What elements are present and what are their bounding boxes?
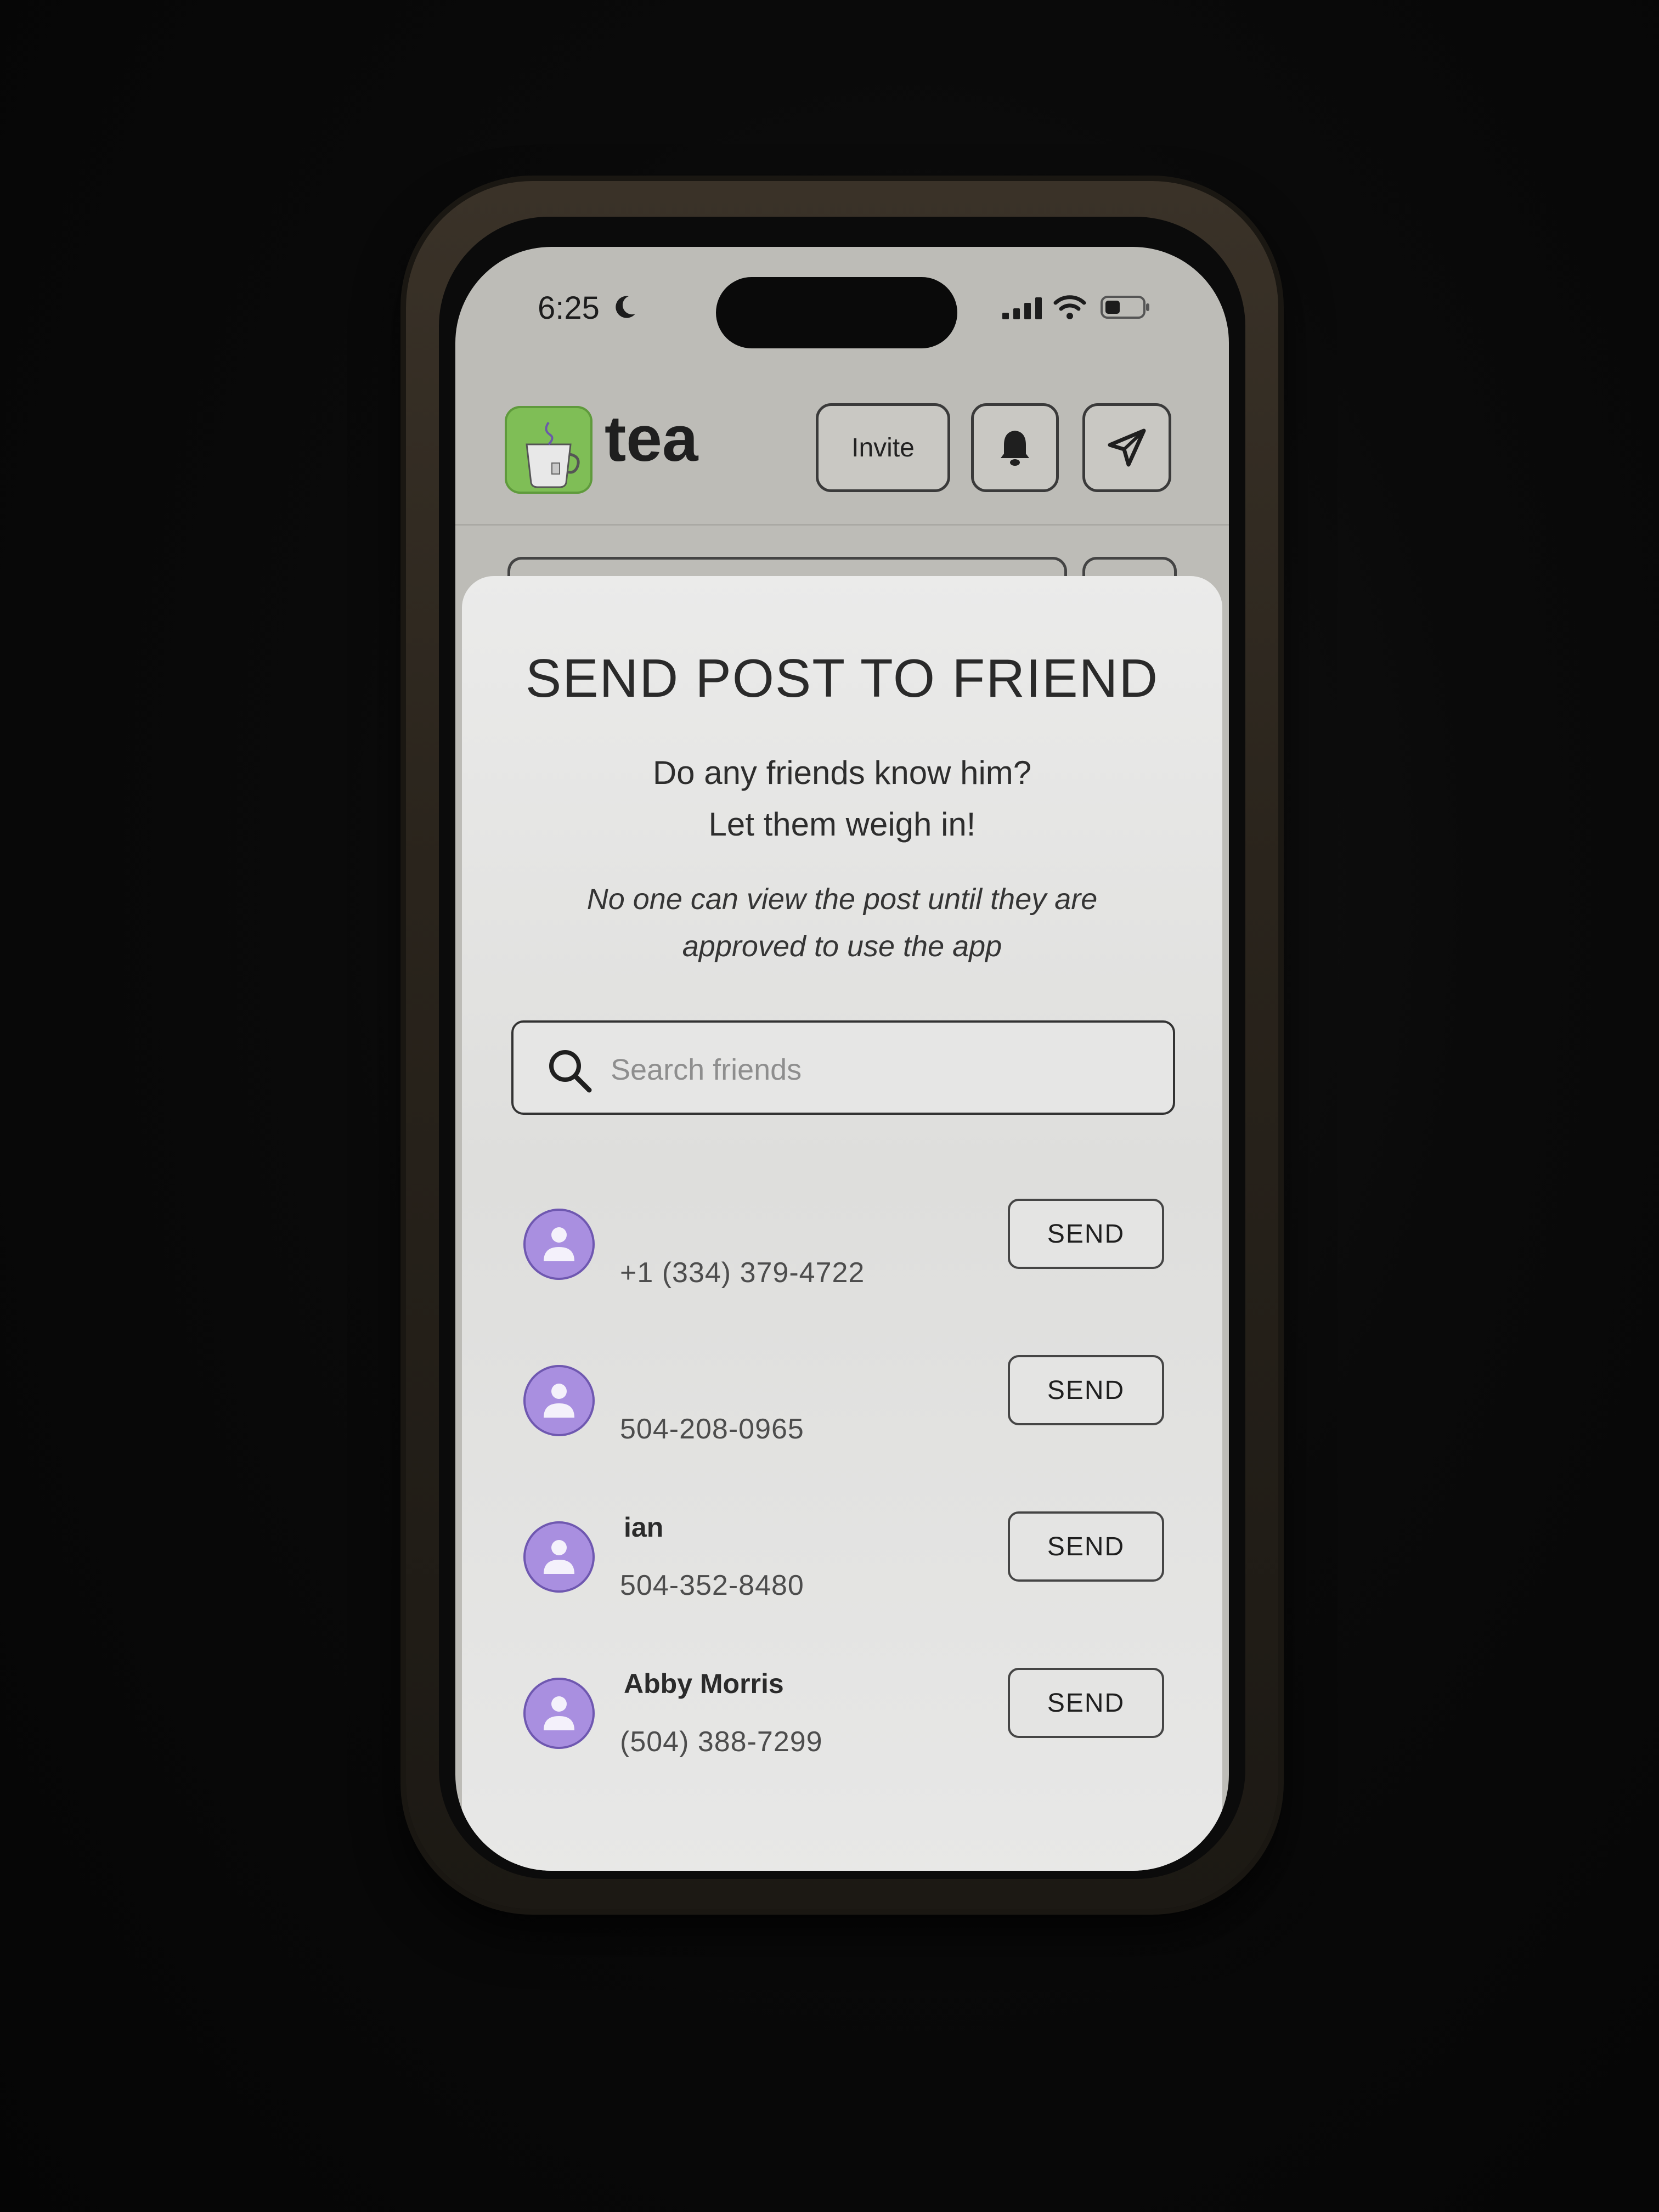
subtitle-line-1: Do any friends know him?: [652, 754, 1032, 791]
person-icon: [544, 1384, 574, 1418]
header-divider: [455, 524, 1229, 526]
wifi-icon: [1053, 295, 1086, 319]
contact-phone: 504-352-8480: [620, 1570, 804, 1601]
modal-title: SEND POST TO FRIEND: [525, 648, 1159, 708]
battery-icon: [1101, 296, 1149, 319]
teacup-icon: [526, 421, 580, 488]
avatar: [523, 1521, 595, 1593]
send-post-modal: SEND POST TO FRIEND Do any friends know …: [462, 576, 1222, 1871]
search-icon: [549, 1050, 592, 1093]
privacy-note: No one can view the post until they are …: [462, 876, 1222, 970]
note-line-2: approved to use the app: [682, 930, 1002, 963]
contact-phone: 504-208-0965: [620, 1413, 804, 1445]
send-button[interactable]: SEND: [1008, 1511, 1164, 1582]
avatar: [523, 1209, 595, 1280]
person-icon: [544, 1540, 574, 1574]
contact-phone: (504) 388-7299: [620, 1726, 823, 1758]
contact-phone: +1 (334) 379-4722: [620, 1257, 865, 1289]
send-button[interactable]: SEND: [1008, 1355, 1164, 1425]
contact-name: Abby Morris: [624, 1668, 784, 1699]
subtitle-line-2: Let them weigh in!: [708, 806, 976, 843]
contact-row: +1 (334) 379-4722 SEND: [462, 1199, 1222, 1308]
dynamic-island: [716, 277, 957, 348]
invite-button[interactable]: Invite: [816, 403, 950, 492]
photo-background: 6:25 tea Invite SEND POST TO FRIEND Do a…: [0, 0, 1659, 2212]
search-friends-input[interactable]: [610, 1045, 1149, 1095]
paper-plane-icon: [1108, 428, 1146, 467]
cellular-signal-icon: [1002, 297, 1042, 319]
contact-row: 504-208-0965 SEND: [462, 1355, 1222, 1465]
moon-icon: [616, 296, 635, 318]
contact-name: ian: [624, 1512, 664, 1543]
person-icon: [544, 1227, 574, 1261]
status-time: 6:25: [538, 290, 600, 326]
search-friends-box[interactable]: [511, 1020, 1175, 1115]
note-line-1: No one can view the post until they are: [586, 883, 1098, 916]
phone-screen: 6:25 tea Invite SEND POST TO FRIEND Do a…: [455, 247, 1229, 1871]
contact-row: Abby Morris (504) 388-7299 SEND: [462, 1668, 1222, 1778]
avatar: [523, 1678, 595, 1749]
send-button[interactable]: SEND: [1008, 1668, 1164, 1738]
person-icon: [544, 1696, 574, 1730]
app-logo-text: tea: [605, 403, 698, 475]
send-button[interactable]: SEND: [1008, 1199, 1164, 1269]
app-logo: [505, 406, 592, 494]
contact-row: ian 504-352-8480 SEND: [462, 1511, 1222, 1621]
modal-subtitle: Do any friends know him? Let them weigh …: [462, 747, 1222, 850]
avatar: [523, 1365, 595, 1436]
messages-button[interactable]: [1082, 403, 1171, 492]
bell-icon: [1001, 431, 1029, 466]
notifications-button[interactable]: [971, 403, 1059, 492]
